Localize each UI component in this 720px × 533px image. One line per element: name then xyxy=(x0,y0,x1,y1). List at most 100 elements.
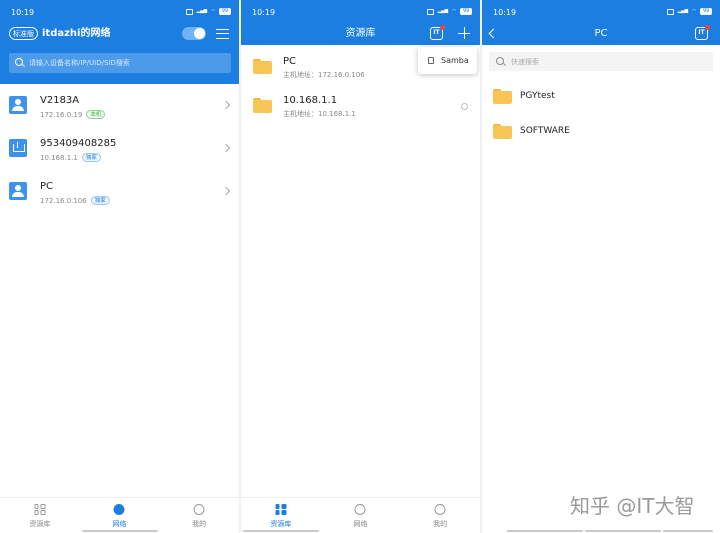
tab-bar: 资源库 网络 我的 xyxy=(241,497,480,533)
folder-icon xyxy=(253,59,272,74)
device-tag: 独家 xyxy=(81,153,101,162)
network-icon xyxy=(354,504,366,515)
device-row-pc[interactable]: PC 172.16.0.106 独家 xyxy=(0,170,239,214)
signal-icon: ▂▄▆ xyxy=(196,8,208,14)
profile-icon xyxy=(434,504,446,515)
brand-icon[interactable]: IT xyxy=(430,25,445,40)
pc-icon xyxy=(9,182,27,200)
search-icon xyxy=(496,57,504,65)
page-title: PC xyxy=(594,28,608,39)
device-tag: 独家 xyxy=(90,196,110,205)
network-toggle[interactable] xyxy=(182,27,206,40)
folder-icon xyxy=(493,89,512,104)
item-address: 主机地址：10.168.1.1 xyxy=(283,110,356,118)
grid-icon xyxy=(34,504,46,515)
device-name: 953409408285 xyxy=(40,138,117,149)
device-search-bar[interactable] xyxy=(9,53,231,73)
tab-me[interactable]: 我的 xyxy=(159,498,239,533)
tab-label: 资源库 xyxy=(29,520,51,528)
library-header: 10:19 ▂▄▆ ◠ 99 资源库 IT xyxy=(241,0,480,45)
grid-icon xyxy=(275,504,287,515)
pc-header: 10:19 ▂▄▆ ◠ 99 PC IT xyxy=(482,0,720,45)
profile-icon xyxy=(193,504,205,515)
vpn-icon xyxy=(666,8,674,15)
watermark: 知乎 @IT大智 xyxy=(570,494,695,518)
folder-row-software[interactable]: SOFTWARE xyxy=(482,117,720,147)
vpn-icon xyxy=(185,8,193,15)
wifi-icon: ◠ xyxy=(452,8,456,14)
quick-search-input[interactable] xyxy=(511,55,707,68)
device-ip-row: 10.168.1.1 独家 xyxy=(40,153,101,162)
popup-item-samba[interactable]: Samba xyxy=(441,56,469,65)
battery-icon: 99 xyxy=(460,8,472,15)
vpn-icon xyxy=(426,8,434,15)
tab-indicator xyxy=(585,530,661,532)
add-popup-menu: Samba xyxy=(418,47,477,74)
tab-label: 我的 xyxy=(433,520,448,528)
status-bar: 10:19 ▂▄▆ ◠ 99 xyxy=(241,0,480,24)
device-tag: 本机 xyxy=(86,110,106,119)
pc-share-screen: 10:19 ▂▄▆ ◠ 99 PC IT PGYtest SOFTWARE xyxy=(482,0,720,533)
quick-search-bar[interactable] xyxy=(489,52,713,71)
status-time: 10:19 xyxy=(252,8,276,17)
tab-network[interactable]: 网络 xyxy=(321,498,401,533)
notification-dot-icon xyxy=(705,25,710,30)
tab-label: 我的 xyxy=(192,520,207,528)
library-screen: 10:19 ▂▄▆ ◠ 99 资源库 IT PC 主机地址：172.16.0.1… xyxy=(241,0,480,533)
battery-icon: 99 xyxy=(700,8,712,15)
pc-icon xyxy=(9,96,27,114)
wifi-icon: ◠ xyxy=(211,8,215,14)
battery-icon: 99 xyxy=(219,8,231,15)
tab-network[interactable]: 网络 xyxy=(80,498,160,533)
folder-icon xyxy=(493,124,512,139)
brand-icon-text: IT xyxy=(698,29,705,36)
device-row-v2183a[interactable]: V2183A 172.16.0.19 本机 xyxy=(0,84,239,128)
tab-library[interactable]: 资源库 xyxy=(241,498,321,533)
folder-name: SOFTWARE xyxy=(520,126,570,136)
folder-row-pgytest[interactable]: PGYtest xyxy=(482,82,720,112)
menu-icon[interactable] xyxy=(216,29,229,39)
device-name: V2183A xyxy=(40,95,80,106)
brand-icon-text: IT xyxy=(433,29,440,36)
notification-dot-icon xyxy=(440,25,445,30)
tab-indicator xyxy=(507,530,583,532)
device-ip: 172.16.0.106 xyxy=(40,196,87,205)
tab-indicator xyxy=(663,530,713,532)
device-name: PC xyxy=(40,181,54,192)
device-search-input[interactable] xyxy=(29,56,225,70)
device-row-router[interactable]: 953409408285 10.168.1.1 独家 xyxy=(0,127,239,171)
brand-icon[interactable]: IT xyxy=(695,25,710,40)
device-ip: 172.16.0.19 xyxy=(40,110,83,119)
tab-indicator xyxy=(82,530,158,532)
tab-indicator xyxy=(243,530,319,532)
chevron-right-icon xyxy=(221,100,231,110)
network-screen: 10:19 ▂▄▆ ◠ 99 标准版 itdazhi的网络 V2183A 172… xyxy=(0,0,239,533)
network-header: 10:19 ▂▄▆ ◠ 99 标准版 itdazhi的网络 xyxy=(0,0,239,84)
select-radio[interactable] xyxy=(461,103,468,110)
tab-label: 网络 xyxy=(353,520,368,528)
add-icon[interactable] xyxy=(458,27,470,39)
tab-label: 网络 xyxy=(112,520,127,528)
status-time: 10:19 xyxy=(11,8,35,17)
status-icons: ▂▄▆ ◠ 99 xyxy=(426,8,472,15)
chevron-right-icon xyxy=(221,143,231,153)
tab-label: 资源库 xyxy=(270,520,292,528)
status-icons: ▂▄▆ ◠ 99 xyxy=(666,8,712,15)
device-ip-row: 172.16.0.106 独家 xyxy=(40,196,110,205)
status-icons: ▂▄▆ ◠ 99 xyxy=(185,8,231,15)
tab-bar: 资源库 网络 我的 xyxy=(0,497,239,533)
device-ip: 10.168.1.1 xyxy=(40,153,78,162)
library-item-router[interactable]: 10.168.1.1 主机地址：10.168.1.1 xyxy=(241,86,480,126)
status-bar: 10:19 ▂▄▆ ◠ 99 xyxy=(482,0,720,24)
tab-library[interactable]: 资源库 xyxy=(0,498,80,533)
router-icon xyxy=(9,139,27,157)
document-icon xyxy=(428,57,434,64)
folder-icon xyxy=(253,98,272,113)
edition-badge[interactable]: 标准版 xyxy=(9,27,38,40)
item-name: PC xyxy=(283,56,297,67)
tab-me[interactable]: 我的 xyxy=(400,498,480,533)
network-title: itdazhi的网络 xyxy=(42,28,111,39)
toggle-knob xyxy=(194,28,205,39)
search-icon xyxy=(15,58,23,66)
status-time: 10:19 xyxy=(493,8,517,17)
